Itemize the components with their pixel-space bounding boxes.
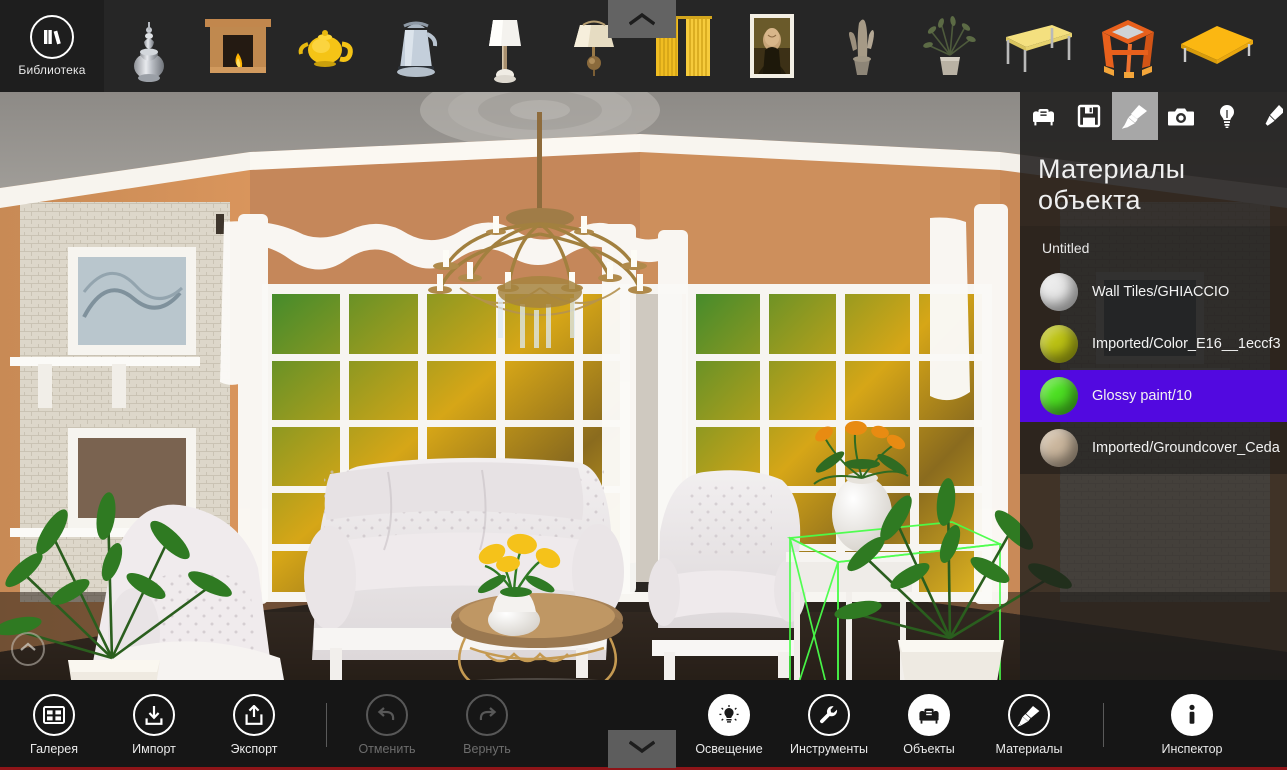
- redo-button[interactable]: Вернуть: [437, 680, 537, 770]
- material-list-item[interactable]: Wall Tiles/GHIACCIO: [1020, 266, 1287, 318]
- material-name: Imported/Color_E16__1eccf3: [1092, 336, 1281, 352]
- panel-tab-lighting[interactable]: [1204, 92, 1250, 140]
- toolbar-divider: [1103, 703, 1104, 747]
- library-item-blue-kettle[interactable]: [371, 0, 460, 92]
- file-actions-group: Галерея Импорт Экспорт: [4, 680, 304, 770]
- material-swatch: [1040, 325, 1078, 363]
- panel-tab-materials[interactable]: [1112, 92, 1158, 140]
- material-list-item[interactable]: Imported/Groundcover_Ceda: [1020, 422, 1287, 474]
- materials-panel-tabs: [1020, 92, 1287, 140]
- camera-icon: [1168, 106, 1194, 127]
- objects-button-label: Объекты: [903, 742, 955, 756]
- library-button[interactable]: Библиотека: [0, 0, 104, 92]
- paint-brush-icon: [1263, 103, 1283, 129]
- viewport-collapse-button[interactable]: [11, 632, 45, 666]
- materials-panel-subtitle: Untitled: [1020, 226, 1287, 266]
- books-icon: [30, 15, 74, 59]
- toolbar-divider: [326, 703, 327, 747]
- gallery-button-label: Галерея: [30, 742, 78, 756]
- library-item-yellow-platform[interactable]: [1172, 0, 1261, 92]
- chevron-up-icon: [19, 640, 37, 658]
- material-name: Wall Tiles/GHIACCIO: [1092, 284, 1230, 300]
- undo-button-label: Отменить: [358, 742, 416, 756]
- gallery-icon: [33, 694, 75, 736]
- materials-list: Wall Tiles/GHIACCIO Imported/Color_E16__…: [1020, 266, 1287, 474]
- material-swatch: [1040, 377, 1078, 415]
- gallery-button[interactable]: Галерея: [4, 680, 104, 770]
- lightbulb-icon: [1218, 104, 1236, 128]
- inspector-button-label: Инспектор: [1161, 742, 1223, 756]
- material-list-item-selected[interactable]: Glossy paint/10: [1020, 370, 1287, 422]
- library-collapse-button[interactable]: [608, 0, 676, 38]
- export-button-label: Экспорт: [230, 742, 278, 756]
- app-root: Библиотека Материалы объекта Untitled Wa…: [0, 0, 1287, 770]
- paint-brush-icon: [1008, 694, 1050, 736]
- import-icon: [133, 694, 175, 736]
- library-item-orange-stand[interactable]: [1083, 0, 1172, 92]
- panel-tab-save[interactable]: [1066, 92, 1112, 140]
- library-item-table-lamp[interactable]: [460, 0, 549, 92]
- inspector-group: Инспектор: [1142, 680, 1242, 770]
- library-item-yellow-table[interactable]: [994, 0, 1083, 92]
- material-list-item[interactable]: Imported/Color_E16__1eccf3: [1020, 318, 1287, 370]
- export-button[interactable]: Экспорт: [204, 680, 304, 770]
- chevron-up-icon: [629, 12, 655, 27]
- materials-panel: Материалы объекта Untitled Wall Tiles/GH…: [1020, 92, 1287, 680]
- materials-panel-title: Материалы объекта: [1020, 140, 1287, 226]
- scene-actions-group: Освещение Инструменты Объекты Материалы: [679, 680, 1079, 770]
- panel-tab-objects[interactable]: [1020, 92, 1066, 140]
- lighting-button[interactable]: Освещение: [679, 680, 779, 770]
- library-item-framed-painting[interactable]: [727, 0, 816, 92]
- library-item-potted-cactus[interactable]: [816, 0, 905, 92]
- sofa-icon: [908, 694, 950, 736]
- objects-button[interactable]: Объекты: [879, 680, 979, 770]
- tools-button-label: Инструменты: [790, 742, 868, 756]
- library-toolbar: Библиотека: [0, 0, 1287, 92]
- lighting-button-label: Освещение: [695, 742, 763, 756]
- library-item-silver-vase[interactable]: [104, 0, 193, 92]
- panel-tab-more[interactable]: [1250, 92, 1287, 140]
- sofa-icon: [1030, 105, 1057, 127]
- material-name: Glossy paint/10: [1092, 388, 1192, 404]
- redo-icon: [466, 694, 508, 736]
- materials-button[interactable]: Материалы: [979, 680, 1079, 770]
- undo-icon: [366, 694, 408, 736]
- library-item-fireplace[interactable]: [193, 0, 282, 92]
- tools-button[interactable]: Инструменты: [779, 680, 879, 770]
- panel-tab-camera[interactable]: [1158, 92, 1204, 140]
- materials-button-label: Материалы: [995, 742, 1063, 756]
- material-name: Imported/Groundcover_Ceda: [1092, 440, 1280, 456]
- library-button-label: Библиотека: [18, 63, 86, 77]
- info-icon: [1171, 694, 1213, 736]
- export-icon: [233, 694, 275, 736]
- history-actions-group: Отменить Вернуть: [337, 680, 537, 770]
- bottom-toolbar-collapse-button[interactable]: [608, 730, 676, 768]
- library-items-strip[interactable]: [104, 0, 1287, 92]
- lightbulb-icon: [708, 694, 750, 736]
- chevron-down-icon: [628, 739, 656, 759]
- import-button[interactable]: Импорт: [104, 680, 204, 770]
- inspector-button[interactable]: Инспектор: [1142, 680, 1242, 770]
- redo-button-label: Вернуть: [463, 742, 511, 756]
- paint-brush-icon: [1121, 103, 1149, 129]
- undo-button[interactable]: Отменить: [337, 680, 437, 770]
- import-button-label: Импорт: [132, 742, 176, 756]
- library-item-potted-plant[interactable]: [905, 0, 994, 92]
- wrench-icon: [808, 694, 850, 736]
- material-swatch: [1040, 429, 1078, 467]
- floppy-disk-icon: [1077, 104, 1101, 128]
- library-item-yellow-teapot[interactable]: [282, 0, 371, 92]
- material-swatch: [1040, 273, 1078, 311]
